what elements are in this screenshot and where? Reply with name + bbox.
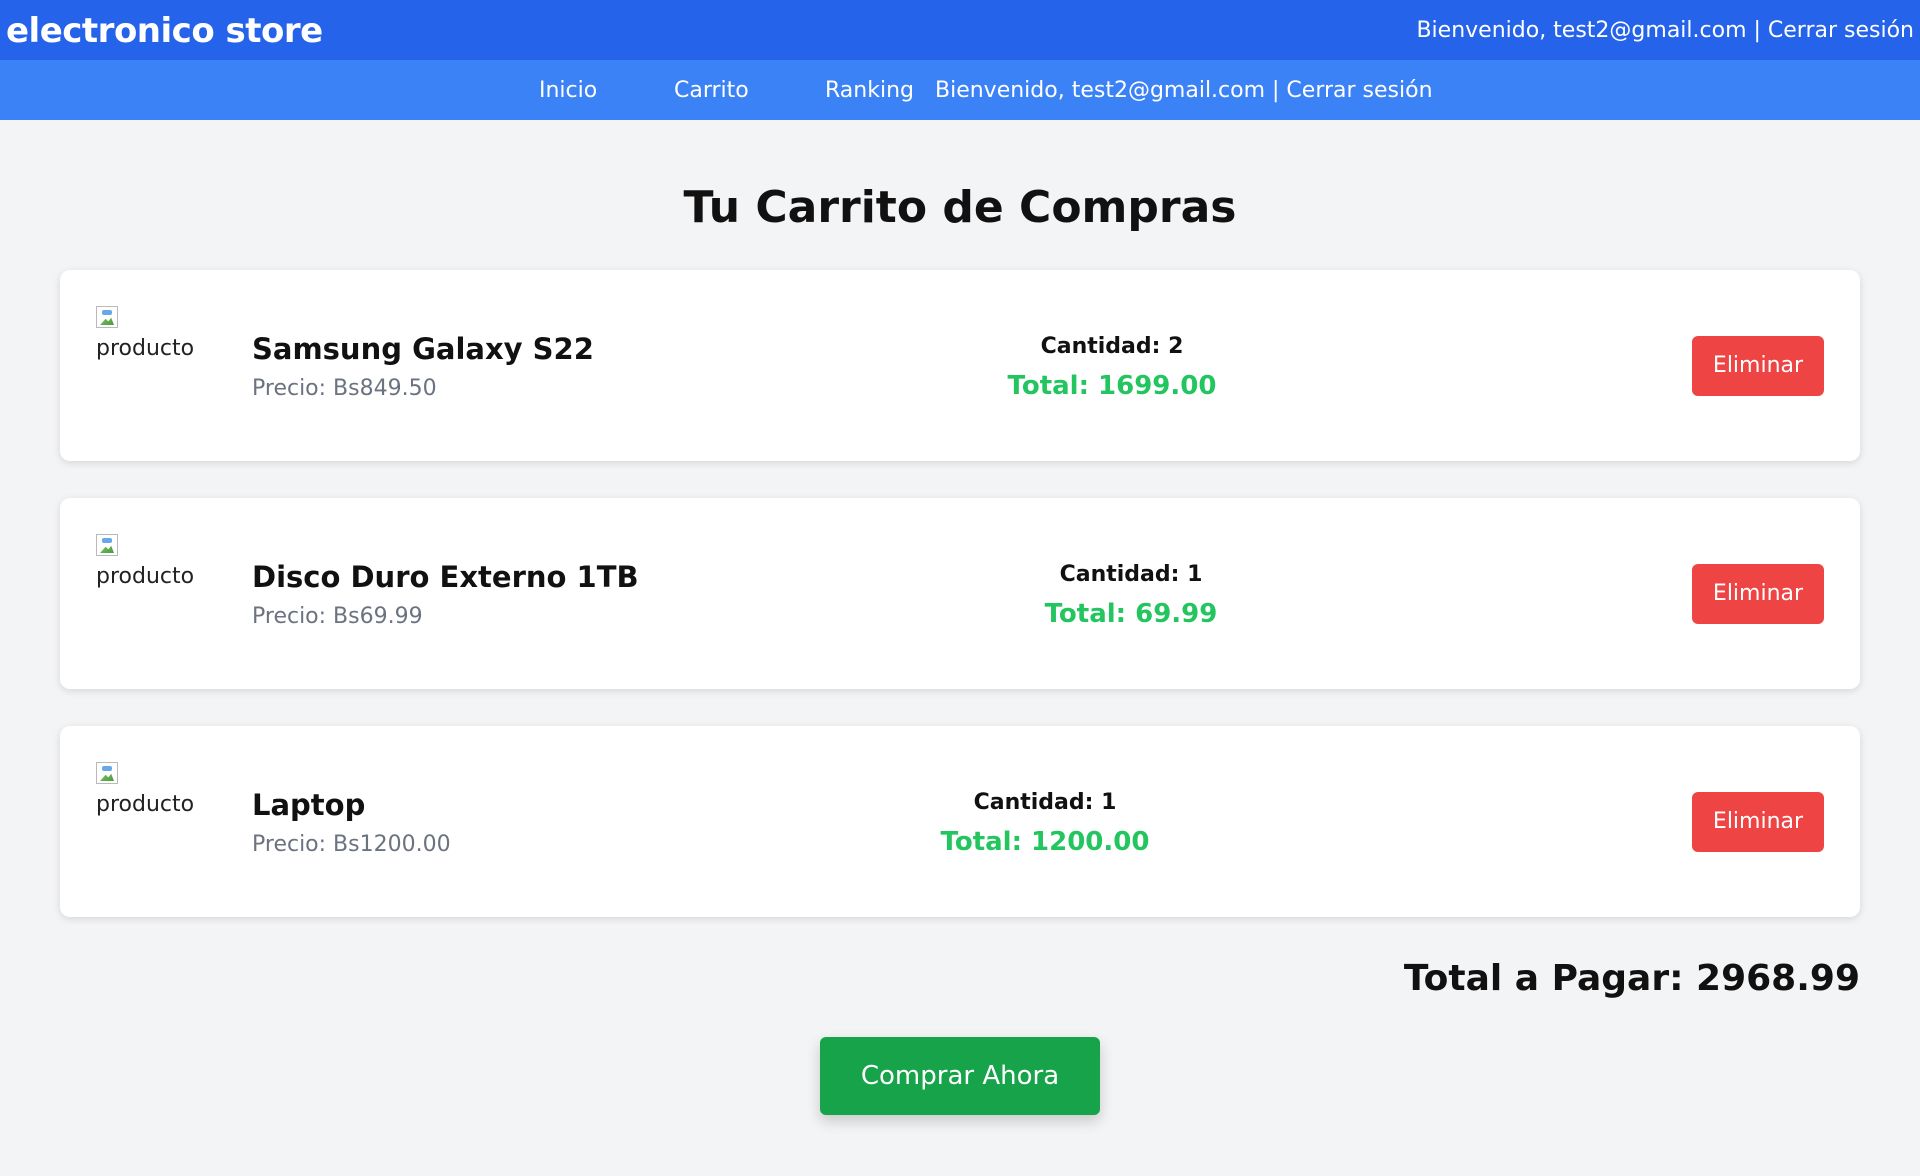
cart-item: producto Disco Duro Externo 1TB Precio: … [60,498,1860,689]
store-brand[interactable]: electronico store [6,11,323,51]
broken-image-icon [96,306,118,328]
product-quantity: Cantidad: 1 [973,790,1117,815]
header-user-logout[interactable]: Bienvenido, test2@gmail.com | Cerrar ses… [1416,18,1914,43]
nav-link-carrito[interactable]: Carrito [674,78,749,103]
main-nav: Inicio Carrito Ranking Bienvenido, test2… [0,60,1920,120]
remove-button[interactable]: Eliminar [1692,336,1824,396]
quantity-block: Cantidad: 2 Total: 1699.00 [992,334,1232,401]
cart-item: producto Samsung Galaxy S22 Precio: Bs84… [60,270,1860,461]
product-price: Precio: Bs69.99 [252,604,423,629]
grand-total: Total a Pagar: 2968.99 [1403,958,1860,999]
product-price: Precio: Bs849.50 [252,376,437,401]
broken-image-icon [96,762,118,784]
quantity-block: Cantidad: 1 Total: 1200.00 [925,790,1165,857]
product-image: producto [96,762,206,818]
quantity-block: Cantidad: 1 Total: 69.99 [1011,562,1251,629]
top-header: electronico store Bienvenido, test2@gmai… [0,0,1920,60]
nav-link-ranking[interactable]: Ranking [825,78,914,103]
product-line-total: Total: 1699.00 [1007,371,1217,401]
product-line-total: Total: 69.99 [1044,599,1218,629]
broken-image-icon [96,534,118,556]
nav-user-logout[interactable]: Bienvenido, test2@gmail.com | Cerrar ses… [935,78,1433,103]
product-price: Precio: Bs1200.00 [252,832,451,857]
product-name: Samsung Galaxy S22 [252,332,594,366]
product-image-alt: producto [96,564,195,589]
product-quantity: Cantidad: 1 [1059,562,1203,587]
nav-link-inicio[interactable]: Inicio [539,78,597,103]
product-name: Disco Duro Externo 1TB [252,560,639,594]
cart-item: producto Laptop Precio: Bs1200.00 Cantid… [60,726,1860,917]
product-line-total: Total: 1200.00 [940,827,1150,857]
remove-button[interactable]: Eliminar [1692,564,1824,624]
buy-now-button[interactable]: Comprar Ahora [820,1037,1100,1115]
page-title: Tu Carrito de Compras [683,182,1237,233]
product-quantity: Cantidad: 2 [1040,334,1184,359]
product-name: Laptop [252,788,366,822]
product-image-alt: producto [96,336,195,361]
product-image: producto [96,306,206,362]
product-image-alt: producto [96,792,195,817]
product-image: producto [96,534,206,590]
remove-button[interactable]: Eliminar [1692,792,1824,852]
